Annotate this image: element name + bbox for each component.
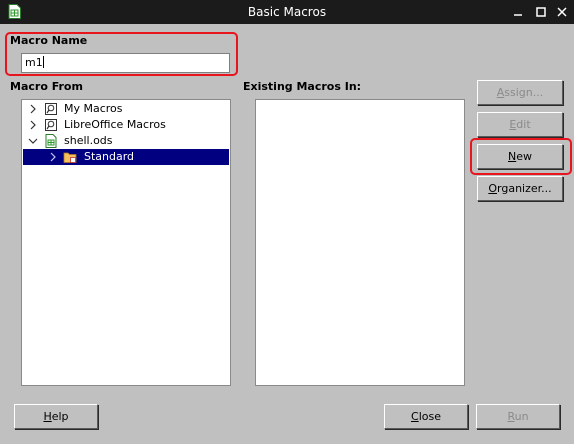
close-button[interactable]: Close <box>384 404 468 429</box>
text-caret <box>42 56 44 68</box>
tree-item-label: LibreOffice Macros <box>64 118 166 131</box>
close-label-post: lose <box>418 409 441 423</box>
macro-library-icon <box>45 119 57 131</box>
new-mnemonic: N <box>508 149 517 163</box>
new-label-post: ew <box>516 149 532 163</box>
macro-from-label: Macro From <box>10 80 83 93</box>
run-label-post: un <box>514 409 529 423</box>
tree-item-standard[interactable]: Standard <box>23 149 229 165</box>
tree-item-shell-ods[interactable]: shell.ods <box>23 133 229 149</box>
close-icon[interactable] <box>555 5 569 19</box>
folder-icon <box>63 152 77 163</box>
title-bar[interactable]: Basic Macros <box>0 0 574 24</box>
macro-from-tree[interactable]: My Macros LibreOffice Macros shell.ods S… <box>21 99 231 386</box>
macro-name-value: m1 <box>25 56 43 69</box>
tree-item-label: shell.ods <box>64 134 113 147</box>
macro-name-input[interactable]: m1 <box>21 53 230 73</box>
tree-item-label: My Macros <box>64 102 123 115</box>
run-button[interactable]: Run <box>476 404 560 429</box>
chevron-right-icon[interactable] <box>47 151 59 163</box>
existing-macros-label: Existing Macros In: <box>243 80 362 93</box>
close-mnemonic: C <box>411 409 419 423</box>
edit-button[interactable]: Edit <box>477 112 563 137</box>
spreadsheet-doc-icon <box>45 134 57 148</box>
organizer-button[interactable]: Organizer... <box>477 176 563 201</box>
window-title: Basic Macros <box>247 5 327 19</box>
assign-label-post: ssign... <box>504 85 544 99</box>
chevron-right-icon[interactable] <box>27 119 39 131</box>
edit-label-post: dit <box>516 117 531 131</box>
tree-item-my-macros[interactable]: My Macros <box>23 101 229 117</box>
help-mnemonic: H <box>43 409 52 423</box>
minimize-icon[interactable] <box>511 5 525 19</box>
tree-item-label: Standard <box>84 150 135 163</box>
macro-library-icon <box>45 103 57 115</box>
chevron-down-icon[interactable] <box>27 135 39 147</box>
basic-macros-dialog: Basic Macros Macro Name m1 Macro From My… <box>0 0 574 444</box>
organizer-label-post: rganizer... <box>497 181 552 195</box>
new-button[interactable]: New <box>477 144 563 169</box>
run-mnemonic: R <box>507 409 515 423</box>
chevron-right-icon[interactable] <box>27 103 39 115</box>
macro-name-label: Macro Name <box>10 34 88 47</box>
tree-item-libreoffice-macros[interactable]: LibreOffice Macros <box>23 117 229 133</box>
existing-macros-list[interactable] <box>255 99 465 386</box>
assign-button[interactable]: Assign... <box>477 80 563 105</box>
help-label-post: elp <box>51 409 69 423</box>
maximize-icon[interactable] <box>534 5 548 19</box>
help-button[interactable]: Help <box>14 404 98 429</box>
organizer-mnemonic: O <box>488 181 498 195</box>
